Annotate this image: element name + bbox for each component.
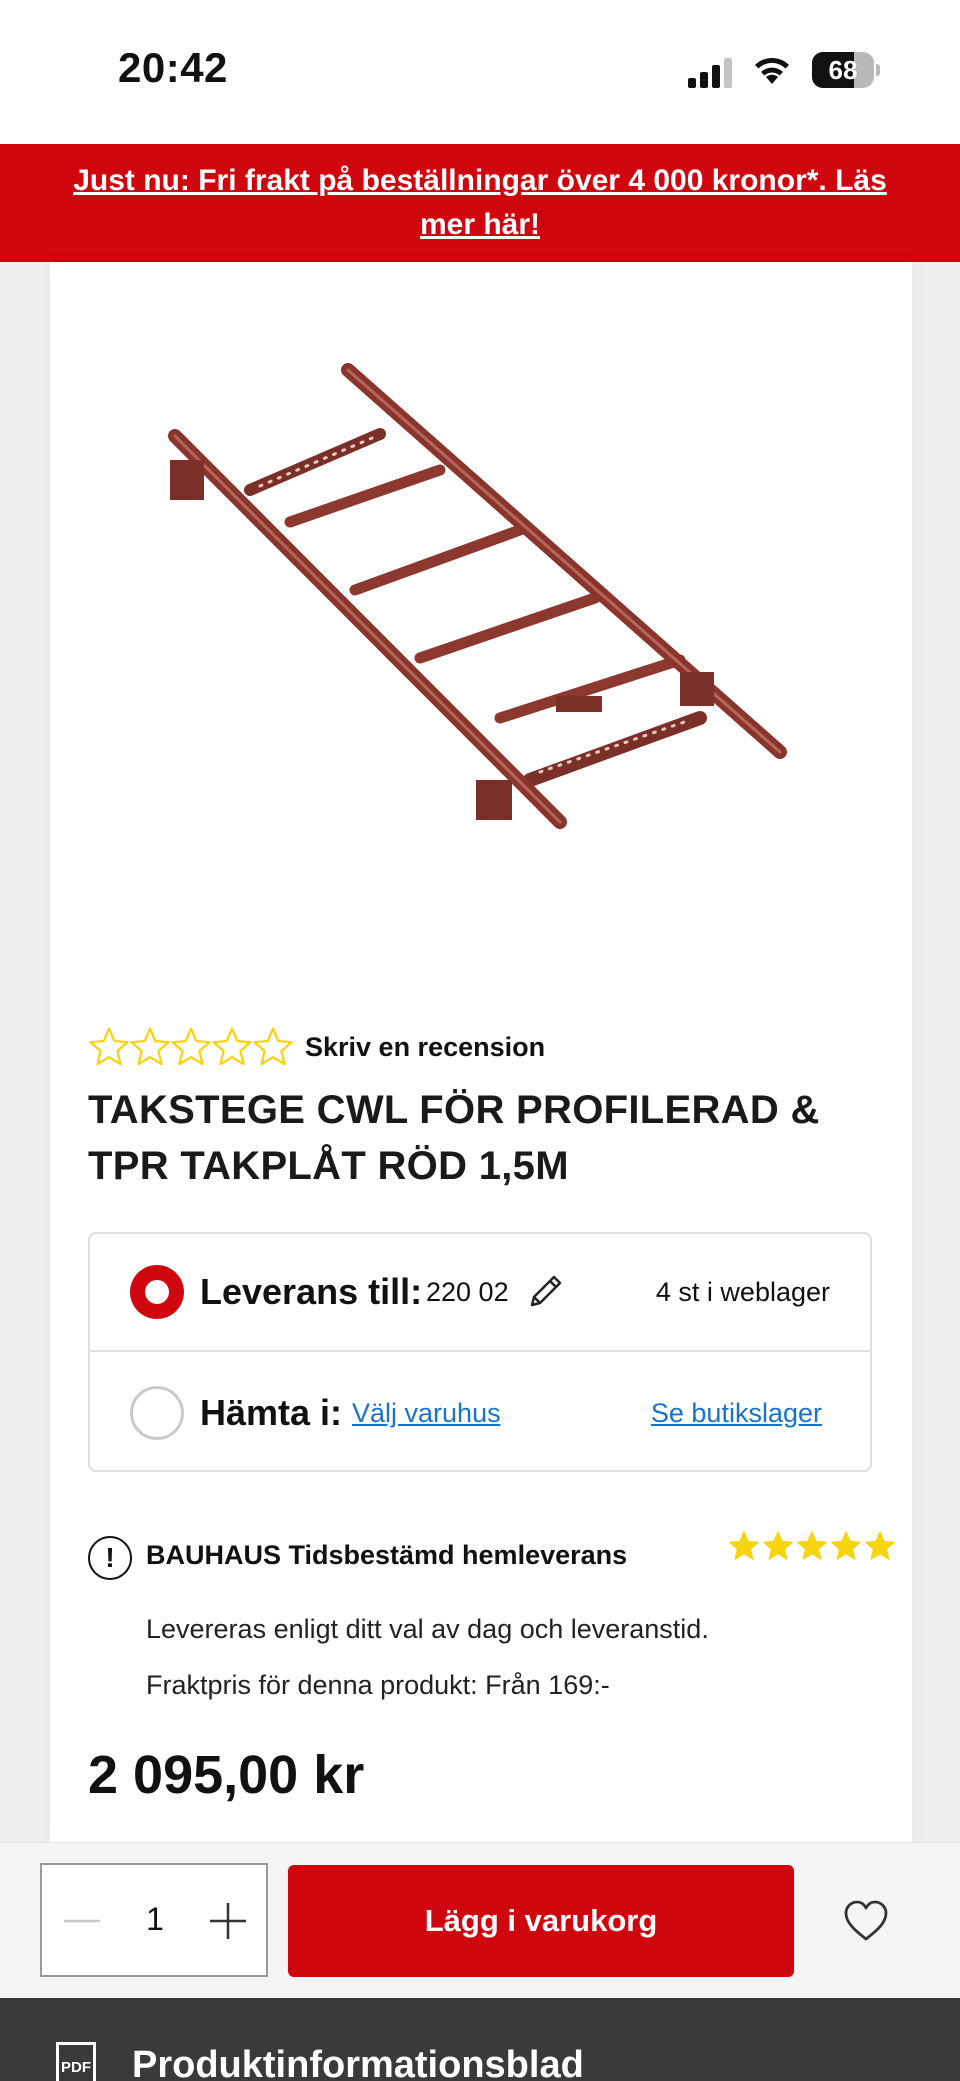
star-filled-icon	[729, 1531, 759, 1560]
quantity-stepper: 1	[40, 1863, 268, 1977]
zip-code: 220 02	[426, 1276, 509, 1307]
star-filled-icon	[797, 1531, 827, 1560]
freight-price: Fraktpris för denna produkt: Från 169:-	[146, 1670, 610, 1700]
pickup-label: Hämta i:	[200, 1392, 343, 1433]
rating-stars	[88, 1025, 293, 1069]
ship-label: Leverans till:	[200, 1271, 423, 1312]
pickup-radio[interactable]	[130, 1386, 184, 1440]
add-to-cart-bar: 1 Lägg i varukorg	[0, 1842, 960, 1998]
delivery-option-pickup[interactable]: Hämta i: Välj varuhus Se butikslager	[90, 1354, 870, 1472]
plus-icon[interactable]	[208, 1901, 248, 1941]
star-outline-icon	[89, 1027, 129, 1066]
star-outline-icon	[253, 1027, 293, 1066]
status-bar: 20:42 68	[0, 0, 960, 144]
pdf-icon: PDF	[56, 2042, 96, 2081]
star-filled-icon	[831, 1531, 861, 1560]
choose-store-link[interactable]: Välj varuhus	[352, 1398, 501, 1429]
signal-icon	[688, 58, 732, 88]
star-filled-icon	[763, 1531, 793, 1560]
product-price: 2 095,00 kr	[88, 1745, 365, 1805]
product-info-sheet-label: Produktinformationsblad	[132, 2044, 584, 2081]
ship-radio[interactable]	[130, 1265, 184, 1319]
delivery-option-ship[interactable]: Leverans till: 220 02 4 st i weblager	[90, 1234, 870, 1352]
pencil-icon[interactable]	[524, 1271, 566, 1313]
info-icon[interactable]: !	[88, 1536, 132, 1580]
web-stock: 4 st i weblager	[655, 1276, 830, 1307]
service-description: Levereras enligt ditt val av dag och lev…	[146, 1614, 709, 1644]
product-image[interactable]	[100, 340, 860, 860]
add-to-cart-button[interactable]: Lägg i varukorg	[288, 1865, 794, 1977]
promo-link[interactable]: Just nu: Fri frakt på beställningar över…	[50, 159, 910, 247]
battery-percentage: 68	[828, 55, 858, 85]
service-title: BAUHAUS Tidsbestämd hemleverans	[146, 1540, 628, 1570]
status-time: 20:42	[118, 44, 228, 91]
rating-row: Skriv en recension	[88, 1022, 545, 1072]
star-outline-icon	[130, 1027, 170, 1066]
delivery-options: Leverans till: 220 02 4 st i weblager Hä…	[88, 1232, 872, 1472]
product-title: TAKSTEGE CWL FÖR PROFILERAD & TPR TAKPLÅ…	[88, 1088, 820, 1188]
service-rating-stars	[728, 1530, 898, 1562]
write-review-link[interactable]: Skriv en recension	[305, 1032, 545, 1063]
quantity-value[interactable]: 1	[130, 1901, 180, 1938]
wifi-icon	[755, 57, 789, 84]
star-outline-icon	[212, 1027, 252, 1066]
star-outline-icon	[171, 1027, 211, 1066]
heart-icon[interactable]	[843, 1899, 889, 1943]
promo-banner[interactable]: Just nu: Fri frakt på beställningar över…	[0, 144, 960, 262]
product-info-sheet[interactable]: PDF Produktinformationsblad	[0, 1998, 960, 2081]
star-filled-icon	[865, 1531, 895, 1560]
minus-icon[interactable]	[62, 1901, 102, 1941]
store-stock-link[interactable]: Se butikslager	[651, 1398, 822, 1429]
battery-icon: 68	[812, 52, 880, 88]
